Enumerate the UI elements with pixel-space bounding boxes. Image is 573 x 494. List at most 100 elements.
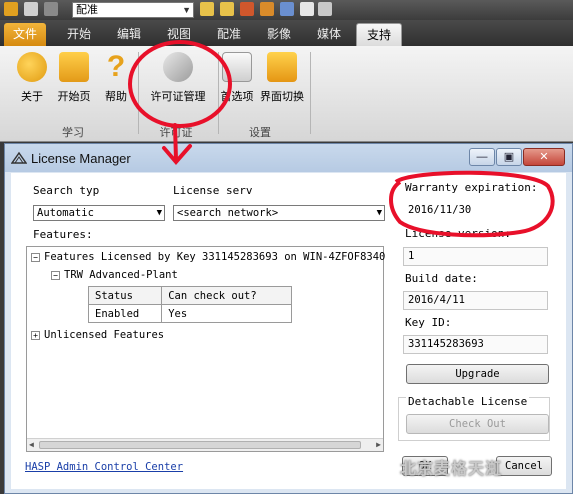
cancel-label: Cancel (505, 460, 543, 472)
tab-media[interactable]: 媒体 (308, 23, 350, 46)
scroll-left-icon[interactable]: ◀ (29, 440, 34, 449)
scroll-right-icon[interactable]: ▶ (376, 440, 381, 449)
home-icon (59, 52, 89, 82)
switch-ui-button[interactable]: 界面切换 (258, 52, 306, 108)
tree-unlicensed-label: Unlicensed Features (44, 329, 165, 341)
tree-product-label: TRW Advanced-Plant (64, 269, 178, 281)
help-button[interactable]: ? 帮助 (98, 52, 134, 108)
group-settings-label: 设置 (249, 127, 271, 139)
quick-access-toolbar: 配准 ▼ (0, 0, 573, 20)
group-divider (138, 52, 139, 134)
preferences-icon (222, 52, 252, 82)
build-date-label: Build date: (405, 272, 478, 285)
license-server-select[interactable]: <search network> ▼ (173, 205, 385, 221)
tab-support[interactable]: 支持 (356, 23, 402, 46)
layers-icon[interactable] (260, 2, 274, 16)
license-key-icon (163, 52, 193, 82)
build-date-field: 2016/4/11 (403, 291, 548, 310)
search-type-value: Automatic (37, 207, 94, 219)
detachable-license-label: Detachable License (406, 395, 530, 408)
scroll-thumb[interactable] (39, 441, 361, 449)
help-icon: ? (106, 50, 126, 83)
restore-button[interactable]: ▣ (496, 148, 522, 166)
app-menu-icon[interactable] (4, 2, 18, 16)
ribbon-panel: 关于 开始页 ? 帮助 许可证管理 首选项 界面切换 学习 许可证 设置 (0, 46, 573, 142)
key-id-value: 331145283693 (408, 338, 484, 350)
image-icon[interactable] (280, 2, 294, 16)
dialog-title: License Manager (31, 151, 131, 166)
license-server-label: License serv (173, 184, 253, 197)
about-button[interactable]: 关于 (10, 52, 54, 108)
window-icon[interactable] (318, 2, 332, 16)
key-id-label: Key ID: (405, 316, 452, 329)
license-manager-button[interactable]: 许可证管理 (142, 52, 214, 108)
expand-icon[interactable]: + (31, 330, 40, 340)
warranty-value: 2016/11/30 (408, 204, 472, 216)
tree-node-unlicensed[interactable]: + Unlicensed Features (31, 329, 164, 341)
layer-combo[interactable]: 配准 ▼ (72, 2, 194, 18)
ribbon-tabs: 文件 开始 编辑 视图 配准 影像 媒体 支持 (0, 20, 573, 46)
preferences-button[interactable]: 首选项 (216, 52, 258, 108)
switch-ui-label: 界面切换 (260, 91, 304, 103)
feature-table: Status Can check out? Enabled Yes (87, 286, 292, 323)
column-header-checkout: Can check out? (161, 286, 292, 305)
license-version-label: License version: (405, 227, 511, 240)
watermark-text: 北京麦格天渱 (400, 461, 503, 478)
license-version-field: 1 (403, 247, 548, 266)
search-type-select[interactable]: Automatic ▼ (33, 205, 165, 221)
features-tree[interactable]: − Features Licensed by Key 331145283693 o… (26, 246, 385, 452)
tab-file[interactable]: 文件 (4, 23, 46, 46)
license-version-value: 1 (408, 250, 415, 262)
minimize-button[interactable]: — (469, 148, 495, 166)
license-manager-label: 许可证管理 (150, 91, 206, 103)
key-id-field: 331145283693 (403, 335, 548, 354)
license-server-value: <search network> (177, 207, 279, 219)
chevron-down-icon: ▼ (156, 208, 162, 218)
group-learn-label: 学习 (62, 127, 84, 139)
collapse-icon[interactable]: − (51, 270, 60, 280)
dialog-titlebar[interactable]: License Manager — ▣ ✕ (5, 144, 572, 172)
start-page-label: 开始页 (57, 91, 91, 103)
tree-node-product[interactable]: − TRW Advanced-Plant (51, 269, 178, 281)
upgrade-button[interactable]: Upgrade (406, 364, 549, 384)
tab-start[interactable]: 开始 (58, 23, 100, 46)
page-icon[interactable] (300, 2, 314, 16)
tab-register[interactable]: 配准 (208, 23, 250, 46)
warranty-label: Warranty expiration: (405, 181, 538, 194)
cell-status: Enabled (87, 304, 163, 323)
search-icon[interactable] (220, 2, 234, 16)
collapse-icon[interactable]: − (31, 252, 40, 262)
redo-icon[interactable] (44, 2, 58, 16)
cancel-button[interactable]: Cancel (496, 456, 552, 476)
table-row[interactable]: Enabled Yes (87, 304, 292, 323)
check-out-button[interactable]: Check Out (406, 414, 549, 434)
about-icon (17, 52, 47, 82)
layer-combo-value: 配准 (76, 4, 98, 16)
cell-checkout: Yes (161, 304, 292, 323)
app-logo-icon (11, 151, 27, 164)
group-license-label: 许可证 (159, 127, 193, 139)
chevron-down-icon: ▼ (376, 208, 382, 218)
tab-view[interactable]: 视图 (158, 23, 200, 46)
tree-root-label: Features Licensed by Key 331145283693 on… (44, 251, 386, 263)
about-label: 关于 (21, 91, 43, 103)
hasp-admin-link[interactable]: HASP Admin Control Center (25, 461, 183, 473)
preferences-label: 首选项 (220, 91, 254, 103)
tab-edit[interactable]: 编辑 (108, 23, 150, 46)
chevron-down-icon: ▼ (182, 5, 191, 15)
group-divider (310, 52, 311, 134)
undo-icon[interactable] (24, 2, 38, 16)
warranty-field: 2016/11/30 (403, 201, 548, 220)
target-icon[interactable] (240, 2, 254, 16)
switch-ui-icon (267, 52, 297, 82)
help-label: 帮助 (105, 91, 127, 103)
start-page-button[interactable]: 开始页 (54, 52, 94, 108)
open-folder-icon[interactable] (200, 2, 214, 16)
column-header-status: Status (87, 286, 163, 305)
search-type-label: Search typ (33, 184, 100, 197)
horizontal-scrollbar[interactable]: ◀ ▶ (27, 438, 383, 451)
close-button[interactable]: ✕ (523, 148, 565, 166)
tab-image[interactable]: 影像 (258, 23, 300, 46)
build-date-value: 2016/4/11 (408, 294, 465, 306)
tree-node-licensed[interactable]: − Features Licensed by Key 331145283693 o… (31, 251, 385, 263)
